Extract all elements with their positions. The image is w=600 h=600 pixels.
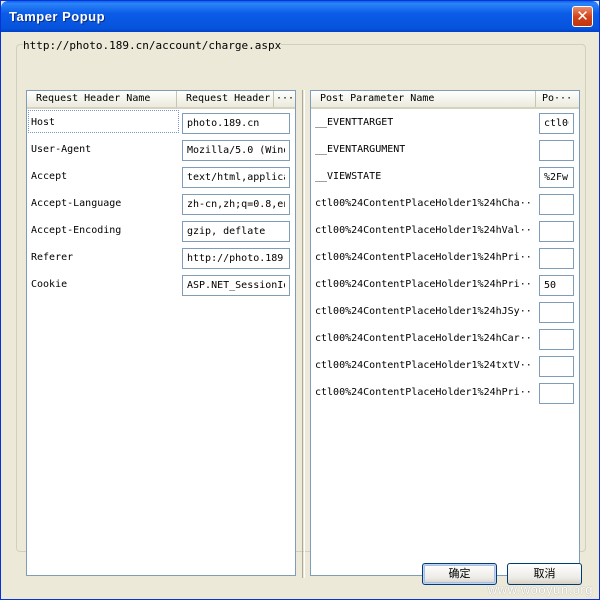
ok-button[interactable]: 确定 [422, 563, 497, 585]
post-row[interactable]: ctl00%24ContentPlaceHolder1%24txtV··· [311, 353, 579, 380]
request-headers-list: Request Header Name Request Header Value… [26, 90, 296, 576]
post-row[interactable]: __EVENTARGUMENT [311, 137, 579, 164]
post-value-field[interactable] [539, 248, 574, 269]
header-row[interactable]: User-Agent [27, 137, 295, 164]
post-name: ctl00%24ContentPlaceHolder1%24hPri··· [315, 279, 533, 290]
header-row[interactable]: Accept-Language [27, 191, 295, 218]
tamper-popup-window: Tamper Popup ✕ http://photo.189.cn/accou… [0, 0, 600, 600]
post-row[interactable]: ctl00%24ContentPlaceHolder1%24hPri··· [311, 272, 579, 299]
header-name: User-Agent [31, 144, 92, 155]
post-value-column[interactable]: Po··· [535, 91, 579, 107]
post-row[interactable]: __EVENTTARGET [311, 110, 579, 137]
post-name: ctl00%24ContentPlaceHolder1%24txtV··· [315, 360, 533, 371]
headers-column-header: Request Header Name Request Header Value… [27, 91, 295, 109]
post-name: __EVENTARGUMENT [315, 144, 406, 155]
close-icon[interactable]: ✕ [572, 6, 593, 27]
header-value-field[interactable] [182, 194, 290, 215]
post-name: __EVENTTARGET [315, 117, 394, 128]
post-value-field[interactable] [539, 221, 574, 242]
post-name: ctl00%24ContentPlaceHolder1%24hPri··· [315, 387, 533, 398]
post-name: ctl00%24ContentPlaceHolder1%24hPri··· [315, 252, 533, 263]
post-row[interactable]: ctl00%24ContentPlaceHolder1%24hCha··· [311, 191, 579, 218]
request-url: http://photo.189.cn/account/charge.aspx [23, 39, 282, 52]
post-value-field[interactable] [539, 329, 574, 350]
header-name: Referer [31, 252, 74, 263]
header-value-column[interactable]: Request Header Value [176, 91, 273, 107]
dialog-body: http://photo.189.cn/account/charge.aspx … [4, 32, 596, 598]
header-value-field[interactable] [182, 167, 290, 188]
header-row[interactable]: Accept-Encoding [27, 218, 295, 245]
post-name: ctl00%24ContentPlaceHolder1%24hCha··· [315, 198, 533, 209]
post-name: ctl00%24ContentPlaceHolder1%24hJSy··· [315, 306, 533, 317]
post-name: ctl00%24ContentPlaceHolder1%24hCar··· [315, 333, 533, 344]
watermark: www.wooyun.org [487, 582, 593, 597]
post-row[interactable]: __VIEWSTATE [311, 164, 579, 191]
header-name-column[interactable]: Request Header Name [27, 91, 176, 107]
post-row[interactable]: ctl00%24ContentPlaceHolder1%24hJSy··· [311, 299, 579, 326]
post-value-field[interactable] [539, 167, 574, 188]
post-value-field[interactable] [539, 275, 574, 296]
window-title: Tamper Popup [9, 9, 106, 24]
header-name: Accept-Language [31, 198, 122, 209]
header-value-field[interactable] [182, 221, 290, 242]
header-value-field[interactable] [182, 248, 290, 269]
post-column-header: Post Parameter Name Po··· [311, 91, 579, 109]
post-parameters-list: Post Parameter Name Po··· __EVENTTARGET _… [310, 90, 580, 576]
header-name: Cookie [31, 279, 68, 290]
post-row[interactable]: ctl00%24ContentPlaceHolder1%24hPri··· [311, 380, 579, 407]
post-value-field[interactable] [539, 302, 574, 323]
post-row[interactable]: ctl00%24ContentPlaceHolder1%24hCar··· [311, 326, 579, 353]
header-value-field[interactable] [182, 140, 290, 161]
post-name: __VIEWSTATE [315, 171, 382, 182]
title-bar[interactable]: Tamper Popup ✕ [1, 1, 599, 32]
header-row[interactable]: Referer [27, 245, 295, 272]
panel-splitter[interactable] [302, 90, 305, 578]
header-row[interactable]: Cookie [27, 272, 295, 299]
post-value-field[interactable] [539, 383, 574, 404]
post-value-field[interactable] [539, 113, 574, 134]
header-value-field[interactable] [182, 113, 290, 134]
post-name-column[interactable]: Post Parameter Name [311, 91, 535, 107]
post-row[interactable]: ctl00%24ContentPlaceHolder1%24hVal··· [311, 218, 579, 245]
header-name: Accept [31, 171, 68, 182]
post-value-field[interactable] [539, 140, 574, 161]
post-row[interactable]: ctl00%24ContentPlaceHolder1%24hPri··· [311, 245, 579, 272]
header-name: Accept-Encoding [31, 225, 122, 236]
post-name: ctl00%24ContentPlaceHolder1%24hVal··· [315, 225, 533, 236]
post-value-field[interactable] [539, 194, 574, 215]
post-value-field[interactable] [539, 356, 574, 377]
header-row[interactable]: Host [27, 110, 295, 137]
header-name: Host [31, 117, 56, 128]
header-overflow-column[interactable]: ··· [273, 91, 295, 107]
header-value-field[interactable] [182, 275, 290, 296]
header-row[interactable]: Accept [27, 164, 295, 191]
